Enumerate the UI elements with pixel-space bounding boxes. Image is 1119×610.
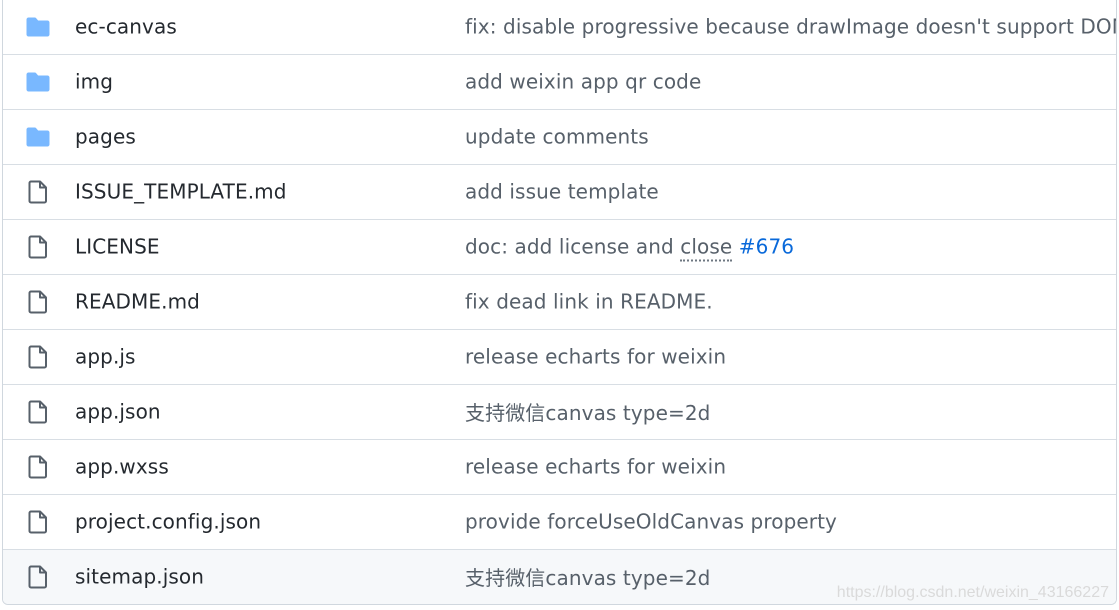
file-name-link[interactable]: ec-canvas [75,15,177,39]
file-name-link[interactable]: sitemap.json [75,565,204,589]
commit-message-link[interactable]: 支持微信canvas type=2d [465,397,710,426]
commit-message-link[interactable]: provide forceUseOldCanvas property [465,510,837,534]
file-icon [25,509,51,535]
file-name-link[interactable]: project.config.json [75,510,261,534]
commit-message-link[interactable]: doc: add license and [465,235,680,259]
file-icon [25,289,51,315]
file-icon [25,234,51,260]
folder-icon [25,69,51,95]
file-name-link[interactable]: ISSUE_TEMPLATE.md [75,180,287,204]
commit-message-link[interactable]: 支持微信canvas type=2d [465,562,710,591]
file-row-readme[interactable]: README.md fix dead link in README. [3,274,1116,329]
file-row-app-json[interactable]: app.json 支持微信canvas type=2d [3,384,1116,439]
file-icon [25,179,51,205]
watermark-text: https://blog.csdn.net/weixin_43166227 [836,584,1109,601]
file-name-link[interactable]: app.json [75,400,161,424]
commit-message-link[interactable]: update comments [465,125,649,149]
commit-message-link[interactable]: add issue template [465,180,659,204]
file-row-project-config[interactable]: project.config.json provide forceUseOldC… [3,494,1116,549]
file-row-ec-canvas[interactable]: ec-canvas fix: disable progressive becau… [3,0,1116,54]
folder-icon [25,14,51,40]
file-icon [25,344,51,370]
file-name-link[interactable]: pages [75,125,136,149]
commit-message-link[interactable]: fix: disable progressive because drawIma… [465,15,1116,39]
folder-icon [25,124,51,150]
file-icon [25,454,51,480]
file-list: ec-canvas fix: disable progressive becau… [2,0,1117,605]
file-name-link[interactable]: LICENSE [75,235,160,259]
file-name-link[interactable]: app.wxss [75,455,169,479]
file-row-issue-template[interactable]: ISSUE_TEMPLATE.md add issue template [3,164,1116,219]
close-keyword[interactable]: close [680,234,733,262]
file-icon [25,564,51,590]
file-icon [25,399,51,425]
file-row-app-js[interactable]: app.js release echarts for weixin [3,329,1116,384]
file-row-license[interactable]: LICENSE doc: add license and close #676 [3,219,1116,274]
commit-message-link[interactable]: release echarts for weixin [465,345,726,369]
commit-message-link[interactable]: release echarts for weixin [465,455,726,479]
file-row-app-wxss[interactable]: app.wxss release echarts for weixin [3,439,1116,494]
issue-link[interactable]: #676 [739,235,794,259]
file-name-link[interactable]: img [75,70,113,94]
file-row-img[interactable]: img add weixin app qr code [3,54,1116,109]
file-row-pages[interactable]: pages update comments [3,109,1116,164]
file-name-link[interactable]: README.md [75,290,200,314]
commit-message-link[interactable]: fix dead link in README. [465,290,713,314]
commit-message: doc: add license and close #676 [465,234,794,262]
file-name-link[interactable]: app.js [75,345,136,369]
commit-message-link[interactable]: add weixin app qr code [465,70,701,94]
